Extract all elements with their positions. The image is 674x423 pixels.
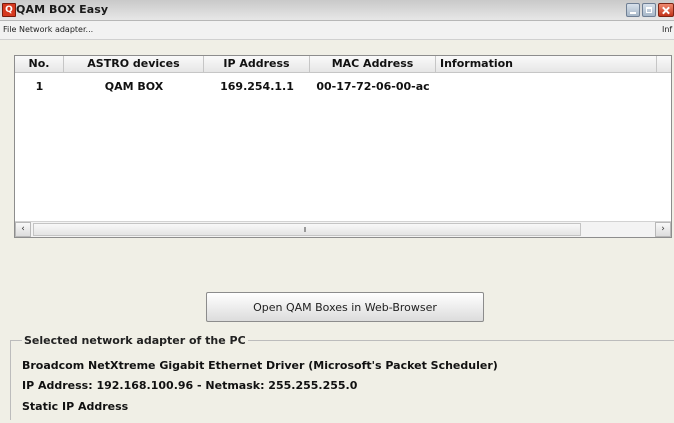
- menu-bar: File Network adapter... Inf: [0, 21, 674, 40]
- row-device: QAM BOX: [104, 80, 164, 93]
- column-header-no[interactable]: No.: [15, 56, 64, 72]
- row-ip: 169.254.1.1: [220, 80, 294, 93]
- open-web-browser-button[interactable]: Open QAM Boxes in Web-Browser: [206, 292, 484, 322]
- adapter-driver: Broadcom NetXtreme Gigabit Ethernet Driv…: [22, 359, 498, 372]
- device-list[interactable]: No. ASTRO devices IP Address MAC Address…: [14, 55, 672, 238]
- horizontal-scrollbar[interactable]: ‹ ›: [15, 221, 671, 237]
- arrow-right-icon[interactable]: ›: [655, 222, 671, 237]
- list-header: No. ASTRO devices IP Address MAC Address…: [15, 56, 671, 73]
- app-window: Q QAM BOX Easy File Network adapter... I…: [0, 0, 674, 423]
- adapter-address: IP Address: 192.168.100.96 - Netmask: 25…: [22, 379, 358, 392]
- title-bar[interactable]: Q QAM BOX Easy: [0, 0, 674, 21]
- window-title: QAM BOX Easy: [16, 3, 109, 16]
- table-row[interactable]: 1 QAM BOX 169.254.1.1 00-17-72-06-00-ac: [15, 80, 655, 94]
- scroll-grip-icon: [304, 227, 306, 232]
- scrollbar-thumb[interactable]: [33, 223, 581, 236]
- adapter-mode: Static IP Address: [22, 400, 129, 413]
- column-header-ip-address[interactable]: IP Address: [204, 56, 310, 72]
- minimize-button[interactable]: [626, 3, 640, 17]
- menu-network-adapter[interactable]: Network adapter...: [19, 25, 93, 34]
- menu-file[interactable]: File: [3, 25, 16, 34]
- row-mac: 00-17-72-06-00-ac: [316, 80, 430, 93]
- menu-info[interactable]: Inf: [662, 25, 672, 34]
- maximize-button[interactable]: [642, 3, 656, 17]
- column-header-information[interactable]: Information: [436, 56, 657, 72]
- column-header-astro-devices[interactable]: ASTRO devices: [64, 56, 204, 72]
- arrow-left-icon[interactable]: ‹: [15, 222, 31, 237]
- group-title: Selected network adapter of the PC: [22, 334, 248, 347]
- app-icon: Q: [2, 3, 16, 17]
- row-no: 1: [35, 80, 44, 93]
- column-header-mac-address[interactable]: MAC Address: [310, 56, 436, 72]
- close-button[interactable]: [658, 3, 674, 17]
